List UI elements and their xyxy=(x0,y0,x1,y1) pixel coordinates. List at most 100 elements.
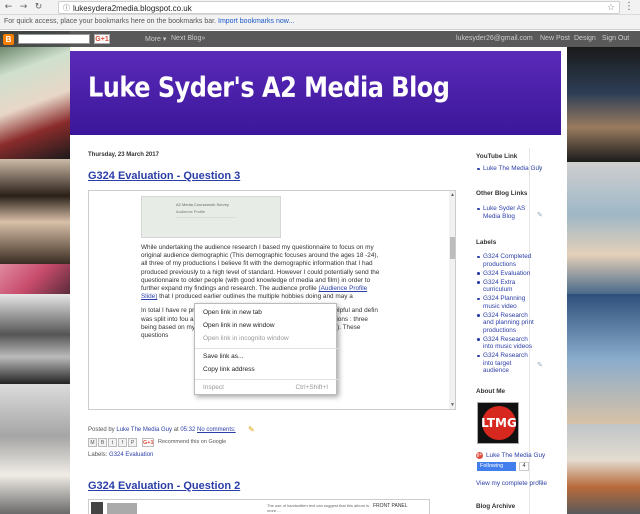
edit-pencil-icon[interactable]: ✎ xyxy=(248,425,255,434)
sign-out-link[interactable]: Sign Out xyxy=(602,35,629,42)
scrollbar-thumb[interactable] xyxy=(450,237,455,259)
twitter-share-icon[interactable]: t xyxy=(108,438,117,447)
comments-link[interactable]: No comments: xyxy=(197,427,236,433)
new-post-link[interactable]: New Post xyxy=(540,35,570,42)
recommend-text: Recommend this on Google xyxy=(158,439,227,445)
blog-search-input[interactable] xyxy=(18,34,90,44)
scroll-up-icon[interactable]: ▲ xyxy=(450,192,455,198)
doc-paragraph: doing and may a xyxy=(305,293,353,301)
doc-header-line: Audience Profile xyxy=(176,209,206,214)
profile-name[interactable]: g+ Luke The Media Guy xyxy=(476,452,545,459)
avatar[interactable]: LTMG xyxy=(477,402,519,444)
bookmark-star-icon[interactable]: ☆ xyxy=(607,3,615,13)
sidebar-link-as-blog[interactable]: Luke Syder AS Media Blog xyxy=(476,205,544,220)
youtube-heading: YouTube Link xyxy=(476,153,518,160)
sidebar-label-item[interactable]: G324 Evaluation xyxy=(476,270,538,278)
background-photos-right xyxy=(567,31,640,514)
sidebar-label-item[interactable]: G324 Planning music video xyxy=(476,295,538,310)
follower-count: 4 xyxy=(519,462,529,471)
ctx-save-link-as[interactable]: Save link as... xyxy=(203,353,243,360)
blog-title[interactable]: Luke Syder's A2 Media Blog xyxy=(88,71,450,103)
author-link[interactable]: Luke The Media Guy xyxy=(116,427,172,433)
sidebar-label-item[interactable]: G324 Extra curriculum xyxy=(476,279,538,294)
next-blog-link[interactable]: Next Blog» xyxy=(171,35,205,42)
account-email: lukesyder26@gmail.com xyxy=(456,35,533,42)
edit-widget-icon[interactable]: ✎ xyxy=(537,361,543,369)
design-link[interactable]: Design xyxy=(574,35,596,42)
ctx-separator xyxy=(195,379,338,380)
embedded-document[interactable]: The use of handwritten text can suggest … xyxy=(88,499,430,514)
edit-widget-icon[interactable]: ✎ xyxy=(537,164,543,172)
blog-this-icon[interactable]: B xyxy=(98,438,107,447)
ctx-inspect-shortcut: Ctrl+Shift+I xyxy=(295,384,328,391)
ctx-separator xyxy=(195,348,338,349)
posted-at-label: at xyxy=(173,427,179,433)
labels-heading: Labels xyxy=(476,239,497,246)
background-photo xyxy=(567,294,640,424)
scroll-down-icon[interactable]: ▼ xyxy=(450,402,455,408)
background-photo xyxy=(0,384,70,514)
pinterest-share-icon[interactable]: P xyxy=(128,438,137,447)
sidebar-link-youtube[interactable]: Luke The Media Guy xyxy=(476,165,556,173)
document-scrollbar[interactable]: ▲ ▼ xyxy=(449,191,455,409)
context-menu: Open link in new tab Open link in new wi… xyxy=(194,303,338,395)
forward-arrow-icon[interactable]: → xyxy=(18,2,29,13)
ctx-open-incognito: Open link in incognito window xyxy=(203,335,289,342)
post-byline: Posted by Luke The Media Guy at 05:32 xyxy=(88,427,195,433)
browser-toolbar: ← → ↻ ⓘ lukesydera2media.blogspot.co.uk … xyxy=(0,0,640,15)
labels-prefix: Labels: xyxy=(88,452,108,458)
archive-heading: Blog Archive xyxy=(476,503,516,510)
back-arrow-icon[interactable]: ← xyxy=(3,2,14,13)
ctx-inspect[interactable]: Inspect xyxy=(203,384,224,391)
front-panel-label: FRONT PANEL xyxy=(373,503,408,509)
labels-list: G324 Completed productions G324 Evaluati… xyxy=(476,253,538,376)
more-menu[interactable]: More ▾ xyxy=(145,35,166,43)
blogger-logo-icon[interactable]: B xyxy=(3,34,14,45)
ctx-open-new-tab[interactable]: Open link in new tab xyxy=(203,309,262,316)
doc-paragraph: that I produced earlier outlines the mul… xyxy=(159,293,304,301)
edit-widget-icon[interactable]: ✎ xyxy=(537,479,543,487)
background-photo xyxy=(567,162,640,294)
sidebar-label-item[interactable]: G324 Completed productions xyxy=(476,253,538,268)
label-link[interactable]: G324 Evaluation xyxy=(109,452,153,458)
page-info-icon[interactable]: ⓘ xyxy=(63,4,71,12)
profile-name-text: Luke The Media Guy xyxy=(486,452,546,460)
blogger-navbar: B G+1 More ▾ Next Blog» lukesyder26@gmai… xyxy=(0,31,640,47)
reload-icon[interactable]: ↻ xyxy=(33,2,44,13)
blog-header: Luke Syder's A2 Media Blog xyxy=(70,51,561,135)
browser-menu-icon[interactable]: ⋮ xyxy=(624,1,634,12)
youtube-list: Luke The Media Guy xyxy=(476,165,556,174)
posted-by-label: Posted by xyxy=(88,427,115,433)
sidebar-label-item[interactable]: G324 Research into music videos xyxy=(476,336,538,351)
post-date: Thursday, 23 March 2017 xyxy=(88,152,159,158)
gplus-button[interactable]: G+1 xyxy=(94,34,110,44)
sidebar-label-item[interactable]: G324 Research into target audience xyxy=(476,352,538,375)
background-photo xyxy=(567,47,640,162)
other-blogs-heading: Other Blog Links xyxy=(476,190,528,197)
gplus-icon: g+ xyxy=(476,452,483,459)
doc-snippet: The use of handwritten text can suggest … xyxy=(267,503,370,513)
doc-header-line: A2 Media Coursework Survey xyxy=(176,202,229,207)
sidebar-label-item[interactable]: G324 Research and planning print product… xyxy=(476,312,538,335)
ctx-open-new-window[interactable]: Open link in new window xyxy=(203,322,275,329)
post-title[interactable]: G324 Evaluation - Question 3 xyxy=(88,170,240,182)
document-preview-image xyxy=(107,503,137,514)
following-button[interactable]: Following xyxy=(477,462,516,471)
background-photo xyxy=(0,294,70,384)
avatar-text: LTMG xyxy=(481,416,517,430)
bookmarks-bar-message: For quick access, place your bookmarks h… xyxy=(4,18,217,25)
email-share-icon[interactable]: M xyxy=(88,438,97,447)
document-preview-image xyxy=(91,502,103,514)
ctx-copy-link-address[interactable]: Copy link address xyxy=(203,366,255,373)
gplus-recommend-button[interactable]: G+1 xyxy=(142,438,154,447)
edit-widget-icon[interactable]: ✎ xyxy=(537,211,543,219)
background-photos-left xyxy=(0,31,70,514)
post-title[interactable]: G324 Evaluation - Question 2 xyxy=(88,480,240,492)
about-heading: About Me xyxy=(476,388,506,395)
other-blogs-list: Luke Syder AS Media Blog xyxy=(476,205,544,222)
background-photo xyxy=(0,31,70,159)
import-bookmarks-link[interactable]: Import bookmarks now... xyxy=(218,18,294,25)
post-time-link[interactable]: 05:32 xyxy=(180,427,195,433)
facebook-share-icon[interactable]: f xyxy=(118,438,127,447)
address-bar[interactable]: ⓘ lukesydera2media.blogspot.co.uk ☆ xyxy=(58,1,620,14)
